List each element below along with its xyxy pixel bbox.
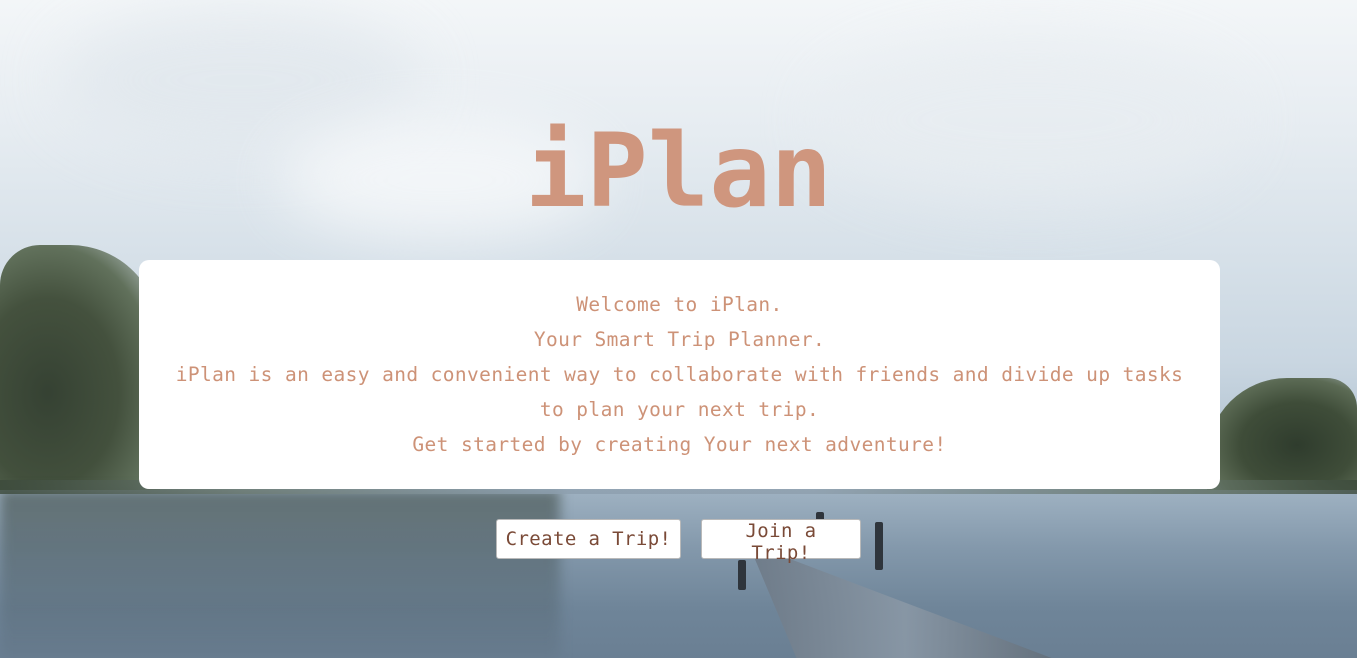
intro-description-line: to plan your next trip. bbox=[539, 398, 820, 421]
join-trip-button[interactable]: Join a Trip! bbox=[701, 519, 861, 564]
action-buttons: Create a Trip! Join a Trip! bbox=[0, 519, 1357, 564]
intro-card: Welcome to iPlan. Your Smart Trip Planne… bbox=[139, 260, 1220, 489]
create-trip-button[interactable]: Create a Trip! bbox=[496, 519, 681, 559]
landing-page: iPlan Welcome to iPlan. Your Smart Trip … bbox=[0, 0, 1357, 658]
treeline-left bbox=[0, 245, 160, 490]
tree-reflection bbox=[0, 490, 560, 658]
treeline-right bbox=[1207, 378, 1357, 490]
intro-call-to-action: Get started by creating Your next advent… bbox=[412, 433, 947, 456]
intro-tagline: Your Smart Trip Planner. bbox=[533, 328, 826, 351]
intro-welcome-line: Welcome to iPlan. bbox=[576, 293, 783, 316]
jetty-post bbox=[738, 560, 746, 590]
intro-description-line: iPlan is an easy and convenient way to c… bbox=[175, 363, 1184, 386]
app-title: iPlan bbox=[524, 112, 833, 231]
